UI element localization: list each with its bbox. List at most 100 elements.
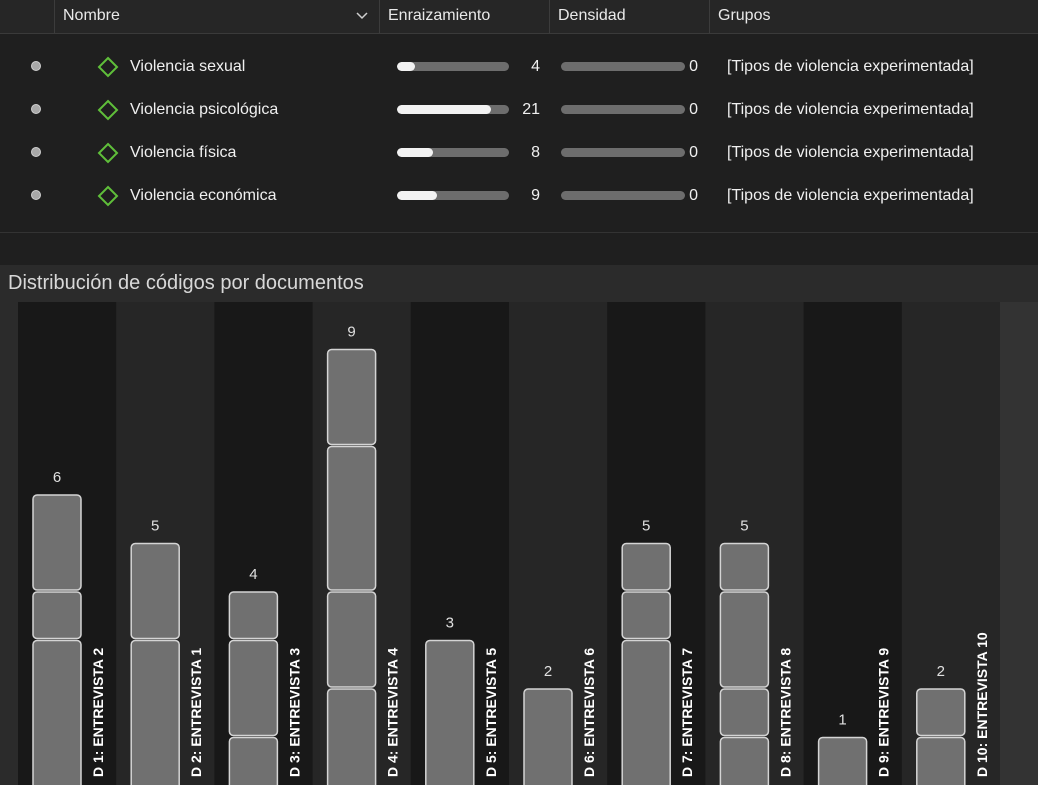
bar-value-label: 4 bbox=[249, 566, 257, 583]
document-label: D 8: ENTREVISTA 8 bbox=[777, 648, 793, 777]
groups-value: [Tipos de violencia experimentada] bbox=[727, 58, 974, 75]
bar-segment[interactable] bbox=[326, 591, 377, 688]
density-value: 0 bbox=[689, 58, 698, 75]
bar-segment[interactable] bbox=[916, 736, 966, 785]
bar-value-label: 2 bbox=[544, 663, 552, 680]
header-name-label: Nombre bbox=[63, 7, 120, 24]
density-value: 0 bbox=[689, 144, 698, 161]
header-density[interactable]: Densidad bbox=[549, 0, 709, 33]
bar-segment[interactable] bbox=[228, 736, 279, 785]
bar-value-label: 5 bbox=[740, 518, 748, 535]
density-bar bbox=[561, 62, 685, 71]
bar-value-label: 5 bbox=[151, 518, 159, 535]
density-value: 0 bbox=[689, 101, 698, 118]
status-dot-icon bbox=[31, 147, 41, 157]
distribution-chart[interactable]: 6 D 1: ENTREVISTA 2 5 D 2: ENTREVISTA 1 4 D 3… bbox=[18, 302, 1000, 785]
rooting-bar bbox=[397, 62, 509, 71]
bar-segment[interactable] bbox=[621, 542, 671, 591]
bar-value-label: 3 bbox=[446, 615, 454, 632]
rooting-bar bbox=[397, 148, 509, 157]
document-label: D 2: ENTREVISTA 1 bbox=[188, 648, 204, 777]
density-bar bbox=[561, 148, 685, 157]
code-name: Violencia física bbox=[130, 144, 237, 161]
status-dot-icon bbox=[31, 61, 41, 71]
groups-value: [Tipos de violencia experimentada] bbox=[727, 101, 974, 118]
bar-segment[interactable] bbox=[719, 736, 770, 785]
codes-table: Nombre Enraizamiento Densidad Grupos Vio… bbox=[0, 0, 1038, 265]
bar-segment[interactable] bbox=[621, 639, 671, 785]
code-name: Violencia sexual bbox=[130, 58, 246, 75]
rooting-value: 4 bbox=[531, 58, 540, 75]
document-label: D 10: ENTREVISTA 10 bbox=[974, 632, 990, 777]
bar-segment[interactable] bbox=[326, 348, 377, 446]
bar-segment[interactable] bbox=[32, 591, 82, 640]
document-label: D 5: ENTREVISTA 5 bbox=[483, 648, 499, 777]
rooting-bar-fill bbox=[397, 62, 415, 71]
chevron-down-icon[interactable] bbox=[355, 9, 369, 23]
header-groups[interactable]: Grupos bbox=[709, 0, 1038, 33]
bar-segment[interactable] bbox=[719, 542, 770, 591]
bar-value-label: 6 bbox=[53, 469, 61, 486]
rooting-bar-fill bbox=[397, 191, 437, 200]
bar-segment[interactable] bbox=[130, 542, 180, 640]
document-label: D 3: ENTREVISTA 3 bbox=[286, 648, 302, 777]
bar-segment[interactable] bbox=[228, 591, 279, 640]
rooting-value: 21 bbox=[522, 101, 540, 118]
density-bar bbox=[561, 105, 685, 114]
chart-panel: Distribución de códigos por documentos 6… bbox=[0, 267, 1038, 785]
groups-value: [Tipos de violencia experimentada] bbox=[727, 187, 974, 204]
code-diamond-icon bbox=[97, 142, 119, 164]
divider bbox=[0, 232, 1038, 233]
header-rooting-label: Enraizamiento bbox=[388, 7, 491, 24]
bar-segment[interactable] bbox=[130, 639, 180, 785]
bar-segment[interactable] bbox=[228, 639, 279, 737]
document-label: D 4: ENTREVISTA 4 bbox=[385, 648, 401, 777]
document-label: D 9: ENTREVISTA 9 bbox=[876, 648, 892, 777]
code-name: Violencia económica bbox=[130, 187, 277, 204]
header-status-column[interactable] bbox=[0, 0, 54, 33]
rooting-bar bbox=[397, 191, 509, 200]
code-diamond-icon bbox=[97, 99, 119, 121]
document-label: D 7: ENTREVISTA 7 bbox=[679, 648, 695, 777]
table-row[interactable]: Violencia física 8 0 [Tipos de violencia ex… bbox=[0, 131, 1038, 175]
bar-segment[interactable] bbox=[916, 688, 966, 737]
code-diamond-icon bbox=[97, 185, 119, 207]
bar-segment[interactable] bbox=[719, 591, 770, 688]
bar-segment[interactable] bbox=[326, 688, 377, 785]
density-bar bbox=[561, 191, 685, 200]
bar-value-label: 5 bbox=[642, 518, 650, 535]
bar-segment[interactable] bbox=[621, 591, 671, 640]
table-header: Nombre Enraizamiento Densidad Grupos bbox=[0, 0, 1038, 34]
header-name[interactable]: Nombre bbox=[54, 0, 379, 33]
bar-segment[interactable] bbox=[817, 736, 868, 785]
table-row[interactable]: Violencia psicológica 21 0 [Tipos de violen… bbox=[0, 88, 1038, 132]
bar-segment[interactable] bbox=[425, 639, 475, 785]
code-diamond-icon bbox=[97, 56, 119, 78]
table-row[interactable]: Violencia sexual 4 0 [Tipos de violencia ex… bbox=[0, 45, 1038, 89]
rooting-value: 8 bbox=[531, 144, 540, 161]
bar-segment[interactable] bbox=[32, 494, 82, 591]
rooting-bar bbox=[397, 105, 509, 114]
status-dot-icon bbox=[31, 104, 41, 114]
bar-segment[interactable] bbox=[719, 688, 770, 737]
rooting-bar-fill bbox=[397, 148, 433, 157]
bar-value-label: 1 bbox=[838, 712, 846, 729]
bar-segment[interactable] bbox=[326, 445, 377, 591]
header-groups-label: Grupos bbox=[718, 7, 771, 24]
chart-scroll-gutter[interactable] bbox=[1000, 302, 1038, 785]
header-density-label: Densidad bbox=[558, 7, 626, 24]
bar-segment[interactable] bbox=[32, 639, 82, 785]
bar-value-label: 2 bbox=[937, 663, 945, 680]
document-label: D 6: ENTREVISTA 6 bbox=[581, 648, 597, 777]
density-value: 0 bbox=[689, 187, 698, 204]
code-name: Violencia psicológica bbox=[130, 101, 279, 118]
groups-value: [Tipos de violencia experimentada] bbox=[727, 144, 974, 161]
bar-segment[interactable] bbox=[523, 688, 573, 785]
bar-value-label: 9 bbox=[347, 324, 355, 341]
header-rooting[interactable]: Enraizamiento bbox=[379, 0, 549, 33]
rooting-bar-fill bbox=[397, 105, 491, 114]
status-dot-icon bbox=[31, 190, 41, 200]
table-row[interactable]: Violencia económica 9 0 [Tipos de violencia… bbox=[0, 174, 1038, 218]
chart-title: Distribución de códigos por documentos bbox=[8, 272, 364, 294]
document-label: D 1: ENTREVISTA 2 bbox=[90, 648, 106, 777]
